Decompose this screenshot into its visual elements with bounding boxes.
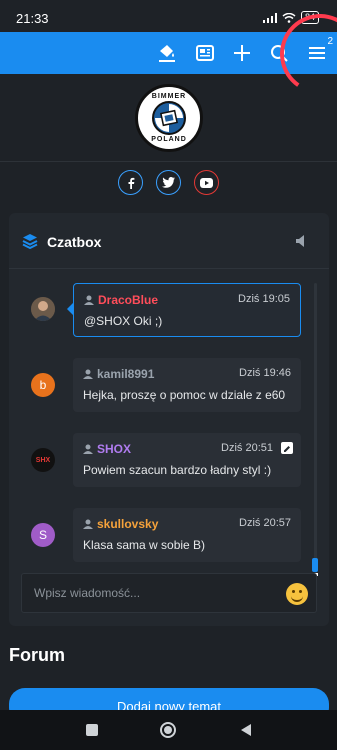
chat-message[interactable]: skullovsky Dziś 20:57 Klasa sama w sobie… xyxy=(73,508,301,562)
menu-icon[interactable]: 2 xyxy=(304,36,333,66)
chatbox-title: Czatbox xyxy=(47,234,102,250)
logo-area: BIMMER POLAND xyxy=(0,74,337,162)
chat-input-wrapper xyxy=(21,573,317,613)
chat-message[interactable]: kamil8991 Dziś 19:46 Hejka, proszę o pom… xyxy=(73,358,301,412)
avatar[interactable]: b xyxy=(31,373,55,397)
message-text: @SHOX Oki ;) xyxy=(84,314,163,328)
logo-emblem-icon xyxy=(152,101,186,135)
avatar[interactable]: SHX xyxy=(31,448,55,472)
message-time: Dziś 19:46 xyxy=(239,367,291,379)
top-toolbar: 2 xyxy=(0,32,337,74)
emoji-icon[interactable] xyxy=(286,583,308,605)
user-icon xyxy=(83,369,93,379)
status-bar: 21:33 84 xyxy=(0,0,337,32)
chat-scrollbar-thumb[interactable] xyxy=(312,558,318,576)
chat-message[interactable]: DracoBlue Dziś 19:05 @SHOX Oki ;) xyxy=(67,283,301,337)
user-icon xyxy=(84,295,94,305)
chat-scrollbar[interactable] xyxy=(314,283,317,573)
message-nick[interactable]: SHOX xyxy=(97,442,131,456)
message-nick[interactable]: skullovsky xyxy=(97,517,158,531)
message-nick[interactable]: DracoBlue xyxy=(98,293,158,307)
facebook-icon[interactable] xyxy=(118,170,143,195)
youtube-icon[interactable] xyxy=(194,170,219,195)
system-icons: 84 xyxy=(262,11,319,24)
user-icon xyxy=(83,519,93,529)
avatar[interactable]: S xyxy=(31,523,55,547)
message-time: Dziś 20:51 xyxy=(221,442,273,454)
speaker-icon[interactable] xyxy=(295,234,309,248)
message-text: Hejka, proszę o pomoc w dziale z e60 xyxy=(83,388,286,402)
search-icon[interactable] xyxy=(266,40,292,66)
message-time: Dziś 20:57 xyxy=(239,517,291,529)
system-nav-bar xyxy=(0,710,337,750)
user-photo-icon xyxy=(31,297,55,321)
forum-title: Forum xyxy=(9,645,65,665)
home-icon[interactable] xyxy=(158,720,178,740)
message-text: Powiem szacun bardzo ładny styl :) xyxy=(83,463,272,477)
battery-icon: 84 xyxy=(300,11,319,24)
recent-apps-icon[interactable] xyxy=(82,720,102,740)
chatbox-header: Czatbox xyxy=(9,213,329,269)
notifications-badge: 2 xyxy=(327,36,333,47)
avatar[interactable] xyxy=(31,297,55,321)
logo-bottom-text: POLAND xyxy=(151,136,187,143)
chat-message-input[interactable] xyxy=(22,574,272,612)
news-icon[interactable] xyxy=(192,40,218,66)
plus-icon[interactable] xyxy=(229,40,255,66)
signal-icon xyxy=(262,12,277,23)
chatbox-card: Czatbox DracoBlue Dziś 19:05 @SHOX Oki ;… xyxy=(9,213,329,626)
user-icon xyxy=(83,444,93,454)
message-nick[interactable]: kamil8991 xyxy=(97,367,154,381)
twitter-icon[interactable] xyxy=(156,170,181,195)
status-time: 21:33 xyxy=(16,11,49,26)
layers-icon xyxy=(22,234,38,249)
chat-message[interactable]: SHOX Dziś 20:51 Powiem szacun bardzo ład… xyxy=(73,433,301,487)
social-links xyxy=(0,170,337,195)
message-text: Klasa sama w sobie B) xyxy=(83,538,206,552)
wifi-icon xyxy=(282,12,296,23)
back-icon[interactable] xyxy=(236,720,256,740)
bimmer-poland-logo[interactable]: BIMMER POLAND xyxy=(135,84,203,152)
message-time: Dziś 19:05 xyxy=(238,293,290,305)
edit-icon[interactable] xyxy=(281,442,293,454)
logo-top-text: BIMMER xyxy=(151,93,187,100)
theme-bucket-icon[interactable] xyxy=(154,40,180,66)
